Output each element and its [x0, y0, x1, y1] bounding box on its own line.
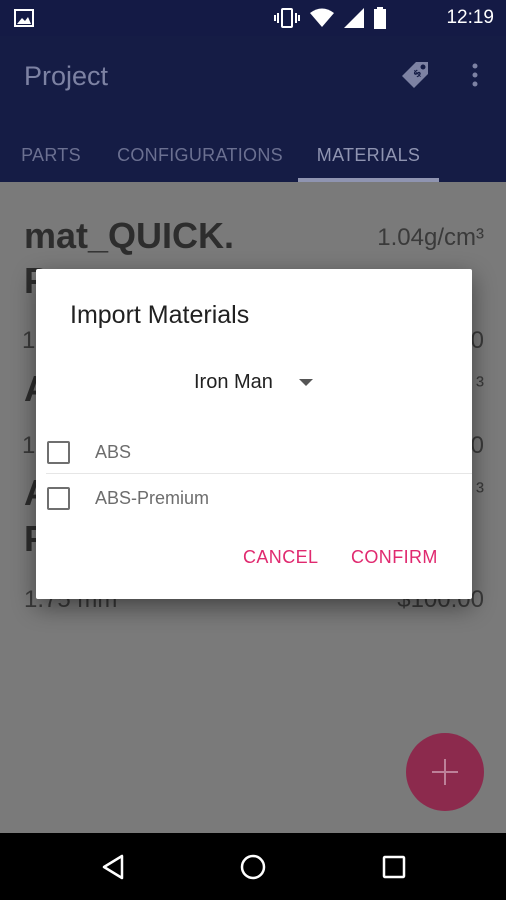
wifi-icon	[310, 8, 334, 27]
dialog-title: Import Materials	[70, 301, 250, 329]
tab-materials[interactable]: MATERIALS	[298, 128, 439, 182]
bg-partial-text: ³	[476, 478, 484, 505]
bg-partial-text: ³	[476, 372, 484, 399]
checkbox[interactable]	[47, 440, 70, 464]
plus-icon	[432, 759, 458, 785]
vibrate-icon	[274, 8, 300, 28]
checkbox[interactable]	[47, 486, 70, 510]
row-divider	[46, 473, 472, 474]
import-materials-dialog: Import Materials Iron Man ABS ABS-Premiu…	[36, 269, 472, 599]
material-density: 1.04g/cm³	[377, 224, 484, 251]
status-bar: 12:19	[0, 0, 506, 36]
bg-partial-text: 1	[22, 432, 36, 459]
source-dropdown[interactable]: Iron Man	[194, 367, 313, 397]
tab-configurations[interactable]: CONFIGURATIONS	[104, 128, 296, 182]
recents-icon[interactable]	[378, 851, 410, 883]
back-icon[interactable]	[98, 851, 130, 883]
dropdown-arrow-icon	[298, 378, 313, 386]
status-icons	[274, 7, 386, 29]
page-title: Project	[24, 61, 109, 91]
bg-partial-text: 0	[470, 432, 484, 459]
more-vert-icon[interactable]	[466, 62, 484, 88]
material-option-label: ABS-Premium	[95, 487, 210, 508]
signal-icon	[344, 8, 364, 28]
material-option-row[interactable]: ABS-Premium	[36, 475, 472, 521]
home-icon[interactable]	[237, 851, 269, 883]
material-title[interactable]: mat_QUICK.	[24, 215, 234, 257]
status-time: 12:19	[446, 7, 494, 28]
tag-price-icon[interactable]: $	[398, 56, 434, 92]
bg-partial-text: 1	[22, 327, 36, 354]
tab-parts[interactable]: PARTS	[4, 128, 98, 182]
material-option-label: ABS	[95, 441, 132, 462]
cancel-button[interactable]: CANCEL	[243, 547, 318, 568]
confirm-button[interactable]: CONFIRM	[351, 547, 438, 568]
navigation-bar	[0, 833, 506, 900]
image-icon	[14, 9, 34, 27]
source-dropdown-value: Iron Man	[194, 370, 273, 393]
bg-partial-text: 0	[470, 327, 484, 354]
add-fab-button[interactable]	[406, 733, 484, 811]
battery-icon	[374, 7, 386, 29]
material-option-row[interactable]: ABS	[36, 429, 472, 475]
